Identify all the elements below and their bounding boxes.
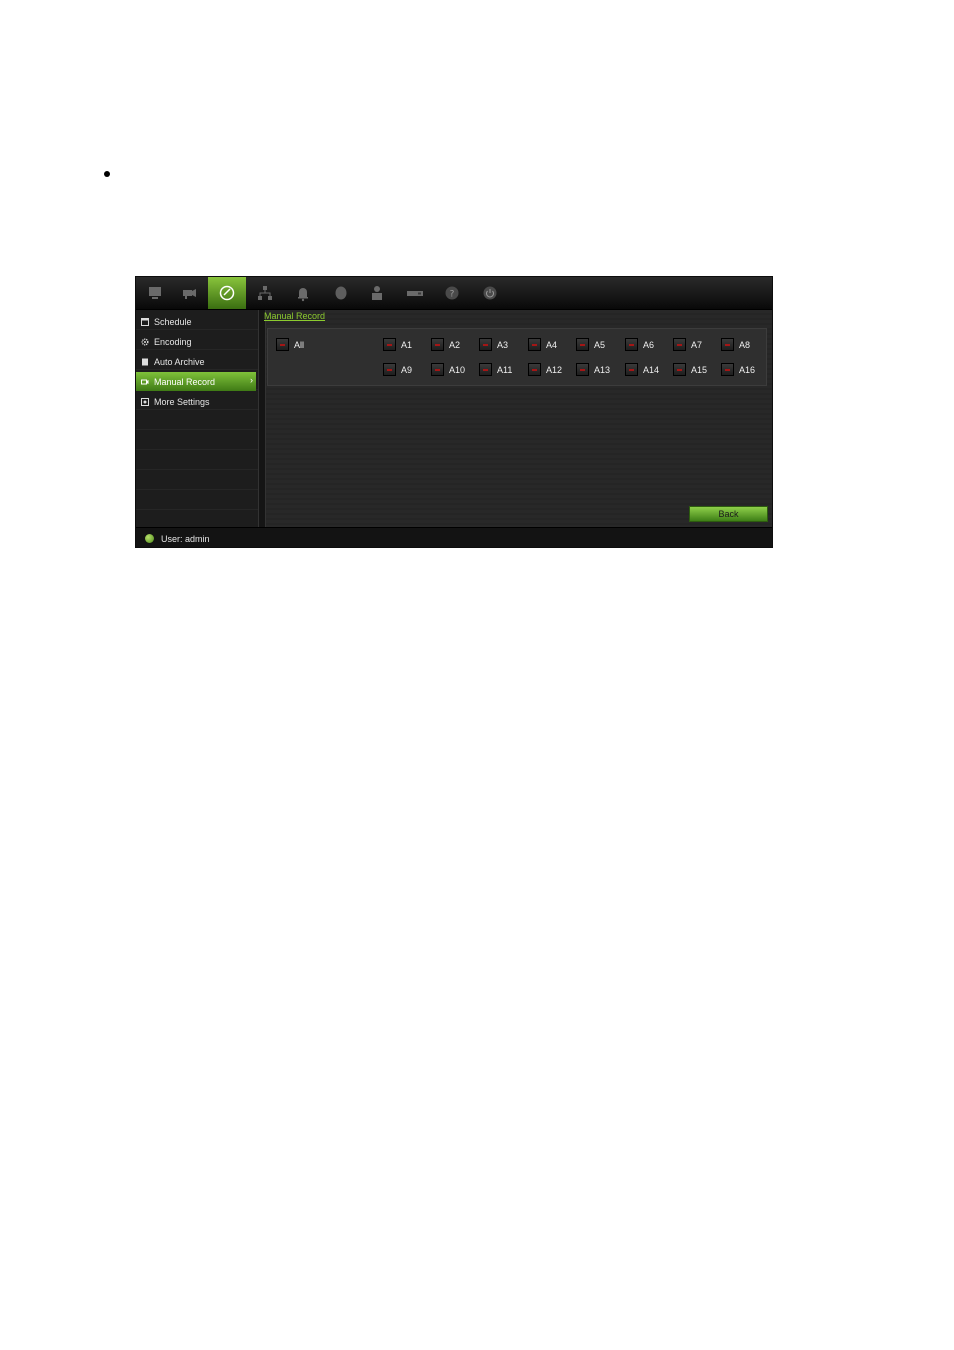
user-label: User: admin: [161, 533, 210, 544]
checkbox-channel[interactable]: A2: [431, 338, 460, 351]
checkbox-box[interactable]: [673, 363, 686, 376]
alarm-bell-icon[interactable]: [284, 277, 322, 309]
sidebar-item-label: More Settings: [154, 396, 210, 407]
sidebar-item-label: Encoding: [154, 336, 192, 347]
gear-icon: [141, 338, 149, 346]
checkbox-box[interactable]: [576, 338, 589, 351]
svg-text:?: ?: [450, 290, 455, 300]
sidebar-item-more-settings[interactable]: More Settings: [136, 392, 256, 411]
status-bar: User: admin: [136, 527, 772, 547]
checkbox-label: A3: [497, 339, 509, 350]
checkbox-channel[interactable]: A6: [625, 338, 654, 351]
settings-icon: [141, 397, 149, 406]
checkbox-channel[interactable]: A9: [383, 363, 412, 376]
sidebar-item-schedule[interactable]: Schedule: [136, 312, 256, 331]
back-button[interactable]: Back: [689, 506, 768, 522]
checkbox-label: A11: [497, 364, 513, 375]
sidebar-item-auto-archive[interactable]: Auto Archive: [136, 352, 256, 371]
system-icon[interactable]: [396, 277, 434, 309]
checkbox-box[interactable]: [721, 363, 734, 376]
checkbox-box[interactable]: [625, 363, 638, 376]
checkbox-channel[interactable]: A13: [576, 363, 610, 376]
checkbox-channel[interactable]: A15: [673, 363, 707, 376]
bullet-point: [104, 171, 110, 177]
help-icon[interactable]: ?: [433, 277, 471, 309]
calendar-icon: [141, 317, 149, 326]
checkbox-channel[interactable]: A7: [673, 338, 702, 351]
network-icon[interactable]: [246, 277, 284, 309]
checkbox-box[interactable]: [576, 363, 589, 376]
checkbox-label: A12: [546, 364, 563, 375]
checkbox-label: A8: [739, 339, 751, 350]
checkbox-label: A9: [401, 364, 413, 375]
checkbox-label: A15: [691, 364, 708, 375]
sidebar-item-label: Manual Record: [154, 376, 216, 387]
checkbox-box[interactable]: [625, 338, 638, 351]
power-icon[interactable]: [471, 277, 509, 309]
main-content: Manual Record All A1 A2 A3 A4 A5 A6 A7 A…: [264, 310, 772, 527]
checkbox-box[interactable]: [431, 338, 444, 351]
checkbox-box[interactable]: [528, 363, 541, 376]
checkbox-label: A5: [594, 339, 606, 350]
channel-panel: All A1 A2 A3 A4 A5 A6 A7 A8 A9 A10 A11 A…: [267, 328, 767, 386]
checkbox-label: All: [294, 339, 305, 350]
checkbox-label: A6: [643, 339, 655, 350]
checkbox-box[interactable]: [673, 338, 686, 351]
checkbox-channel[interactable]: A10: [431, 363, 465, 376]
breadcrumb[interactable]: Manual Record: [264, 311, 325, 321]
checkbox-box[interactable]: [383, 338, 396, 351]
checkbox-channel[interactable]: A3: [479, 338, 508, 351]
checkbox-label: A7: [691, 339, 703, 350]
device-icon[interactable]: [322, 277, 360, 309]
chevron-right-icon: ›: [250, 375, 253, 385]
checkbox-label: A1: [401, 339, 413, 350]
sidebar: Schedule Encoding Auto Archive Manual Re…: [136, 310, 258, 527]
checkbox-label: A4: [546, 339, 558, 350]
checkbox-box[interactable]: [479, 363, 492, 376]
checkbox-box[interactable]: [431, 363, 444, 376]
top-menu-bar: ?: [136, 277, 772, 310]
checkbox-box[interactable]: [721, 338, 734, 351]
sidebar-divider: [258, 310, 266, 527]
monitor-icon[interactable]: [136, 277, 174, 309]
sidebar-item-label: Schedule: [154, 316, 192, 327]
user-lock-icon[interactable]: [358, 277, 396, 309]
checkbox-label: A14: [643, 364, 660, 375]
checkbox-label: A13: [594, 364, 611, 375]
checkbox-channel[interactable]: A1: [383, 338, 412, 351]
checkbox-label: A2: [449, 339, 461, 350]
sidebar-item-encoding[interactable]: Encoding: [136, 332, 256, 351]
checkbox-channel[interactable]: A5: [576, 338, 605, 351]
archive-icon: [141, 358, 149, 366]
checkbox-channel[interactable]: A8: [721, 338, 750, 351]
checkbox-box[interactable]: [383, 363, 396, 376]
checkbox-label: A16: [739, 364, 756, 375]
checkbox-channel[interactable]: A4: [528, 338, 557, 351]
camera-icon[interactable]: [170, 277, 208, 309]
checkbox-box[interactable]: [276, 338, 289, 351]
sidebar-item-manual-record[interactable]: Manual Record ›: [136, 372, 256, 391]
checkbox-channel[interactable]: A11: [479, 363, 512, 376]
record-icon[interactable]: [208, 277, 246, 309]
checkbox-box[interactable]: [479, 338, 492, 351]
checkbox-all[interactable]: All: [276, 338, 304, 351]
user-status-icon: [145, 534, 154, 543]
sidebar-item-label: Auto Archive: [154, 356, 205, 367]
checkbox-label: A10: [449, 364, 466, 375]
dvr-window: ? Schedule Encoding Auto Archive Manual …: [135, 276, 773, 548]
manual-record-icon: [141, 378, 149, 386]
checkbox-channel[interactable]: A16: [721, 363, 755, 376]
checkbox-box[interactable]: [528, 338, 541, 351]
checkbox-channel[interactable]: A14: [625, 363, 659, 376]
checkbox-channel[interactable]: A12: [528, 363, 562, 376]
